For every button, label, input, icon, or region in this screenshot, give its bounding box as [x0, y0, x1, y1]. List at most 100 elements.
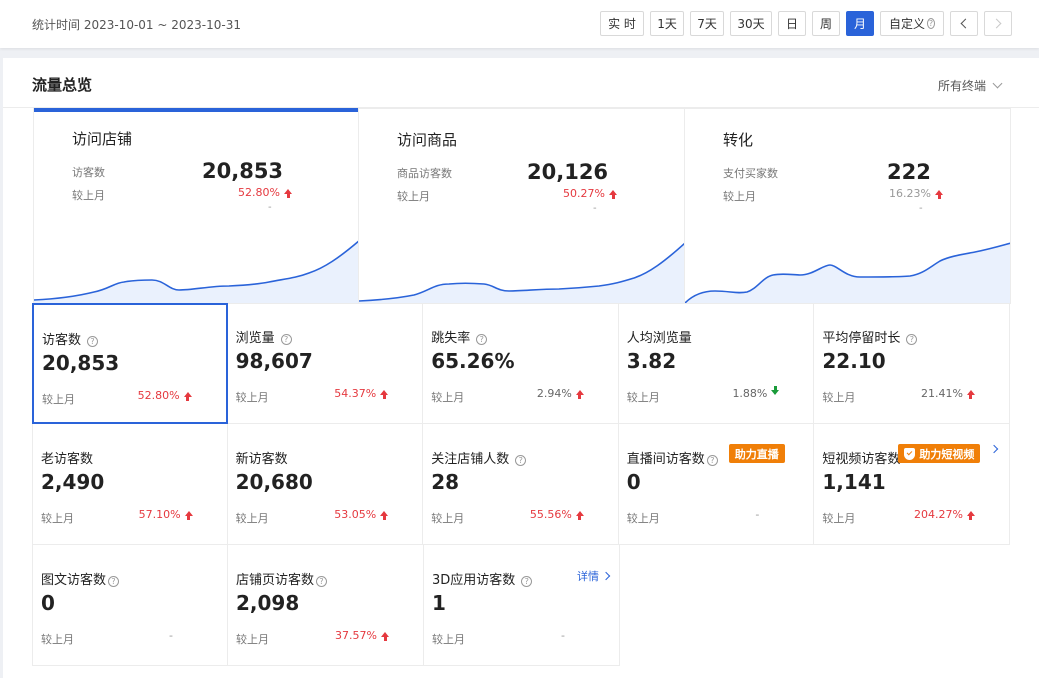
range-30day-button[interactable]: 30天: [730, 11, 772, 36]
funnel-card-change: 16.23%: [855, 187, 943, 200]
arrow-up-icon: [966, 390, 975, 399]
metric-change-value: 55.56%: [529, 508, 572, 521]
arrow-up-icon: [575, 390, 584, 399]
metric-card-avg-pageviews[interactable]: 人均浏览量 3.82 较上月 1.88%: [618, 303, 815, 424]
metric-value: 2,098: [236, 591, 300, 615]
range-7day-button[interactable]: 7天: [690, 11, 724, 36]
shield-icon: [904, 447, 916, 460]
range-1day-button[interactable]: 1天: [650, 11, 684, 36]
help-icon[interactable]: ?: [521, 576, 533, 587]
metric-compare: 较上月: [432, 633, 465, 646]
boost-short-video-tag[interactable]: 助力短视频: [898, 444, 981, 463]
metric-card-graphic-visitors[interactable]: 图文访客数? 0 较上月 -: [32, 545, 228, 666]
metric-label-text: 访客数: [42, 333, 82, 348]
metric-value: 65.26%: [431, 349, 515, 373]
range-buttons: 实 时 1天 7天 30天 日 周 月 自定义?: [600, 11, 1012, 36]
metric-label-text: 浏览量: [235, 331, 275, 346]
range-day-button[interactable]: 日: [778, 11, 806, 36]
help-icon[interactable]: ?: [108, 576, 120, 587]
help-icon[interactable]: ?: [515, 455, 527, 466]
metric-change-value: 2.94%: [536, 387, 572, 400]
metric-change-value: 54.37%: [334, 387, 377, 400]
funnel-card-change-value: 50.27%: [563, 187, 605, 200]
metric-label: 平均停留时长?: [822, 327, 918, 346]
funnel-card-compare: 较上月: [72, 189, 105, 202]
metric-card-live-visitors[interactable]: 直播间访客数? 助力直播 0 较上月 -: [618, 424, 815, 545]
metric-label: 店铺页访客数?: [236, 569, 328, 588]
funnel-card-change-value: 52.80%: [238, 186, 280, 199]
boost-live-tag[interactable]: 助力直播: [728, 444, 785, 463]
range-realtime-button[interactable]: 实 时: [600, 11, 644, 36]
funnel-card-label: 商品访客数: [397, 167, 452, 180]
metric-value: 0: [41, 591, 55, 615]
stat-range-text: 统计时间 2023-10-01 ~ 2023-10-31: [32, 18, 241, 32]
next-period-button[interactable]: [984, 11, 1012, 36]
help-icon[interactable]: ?: [280, 334, 292, 345]
metric-change: 54.37%: [334, 387, 389, 400]
metric-value: 22.10: [822, 349, 886, 373]
help-icon[interactable]: ?: [906, 334, 918, 345]
metric-label: 3D应用访客数?: [432, 569, 533, 588]
arrow-up-icon: [575, 511, 584, 520]
metric-label-text: 关注店铺人数: [431, 452, 510, 467]
metric-card-3d-app-visitors[interactable]: 3D应用访客数? 详情 1 较上月 -: [424, 545, 620, 666]
metric-change-value: 21.41%: [921, 387, 963, 400]
metric-card-pageviews[interactable]: 浏览量? 98,607 较上月 54.37%: [227, 303, 424, 424]
short-video-more-link[interactable]: [989, 444, 999, 454]
funnel-card-conversion[interactable]: 转化 支付买家数 222 较上月 16.23% -: [685, 108, 1011, 304]
funnel-card-change: 50.27%: [529, 187, 617, 200]
terminal-select-value: 所有终端: [937, 79, 986, 93]
metric-label: 图文访客数?: [41, 569, 120, 588]
funnel-cards: 访问店铺 访客数 20,853 较上月 52.80% - 访问商品 商品访客数 …: [33, 108, 1011, 304]
funnel-card-value: 20,853: [202, 159, 284, 183]
metric-compare: 较上月: [822, 512, 856, 525]
range-week-button[interactable]: 周: [812, 11, 840, 36]
detail-link[interactable]: 详情: [577, 568, 611, 584]
metric-card-shop-page-visitors[interactable]: 店铺页访客数? 2,098 较上月 37.57%: [228, 545, 424, 666]
funnel-card-shop-visit[interactable]: 访问店铺 访客数 20,853 较上月 52.80% -: [33, 108, 359, 304]
terminal-select[interactable]: 所有终端: [937, 77, 1003, 94]
metric-compare: 较上月: [822, 391, 856, 404]
chevron-down-icon: [992, 78, 1003, 89]
metric-change: 21.41%: [921, 387, 975, 400]
funnel-card-title: 访问商品: [397, 131, 458, 149]
metric-label-text: 跳失率: [431, 331, 471, 346]
panel-title: 流量总览: [32, 76, 93, 94]
range-month-button[interactable]: 月: [846, 11, 874, 36]
range-custom-button[interactable]: 自定义?: [880, 11, 944, 36]
metric-label: 新访客数: [235, 452, 288, 467]
help-icon[interactable]: ?: [316, 576, 328, 587]
metric-label-text: 直播间访客数: [626, 452, 705, 467]
metric-compare: 较上月: [236, 633, 269, 646]
metric-compare: 较上月: [42, 393, 75, 406]
metric-card-avg-duration[interactable]: 平均停留时长? 22.10 较上月 21.41%: [814, 303, 1010, 424]
help-icon[interactable]: ?: [476, 334, 488, 345]
metric-change: 52.80%: [138, 389, 192, 402]
funnel-card-product-visit[interactable]: 访问商品 商品访客数 20,126 较上月 50.27% -: [359, 108, 685, 304]
metric-change: -: [561, 629, 565, 642]
chevron-right-icon: [989, 444, 999, 454]
help-icon[interactable]: ?: [706, 455, 718, 466]
metric-card-short-video-visitors[interactable]: 短视频访客数 助力短视频 1,141 较上月 204.27%: [814, 424, 1010, 545]
metric-change: 53.05%: [334, 508, 389, 521]
metric-card-returning-visitors[interactable]: 老访客数 2,490 较上月 57.10%: [32, 424, 228, 545]
metric-card-new-visitors[interactable]: 新访客数 20,680 较上月 53.05%: [227, 424, 424, 545]
prev-period-button[interactable]: [950, 11, 978, 36]
metric-label: 老访客数: [41, 452, 94, 467]
metric-label-text: 图文访客数: [41, 573, 107, 588]
help-icon[interactable]: ?: [87, 336, 99, 347]
metric-value: 28: [431, 470, 460, 494]
arrow-up-icon: [966, 511, 975, 520]
metric-label: 关注店铺人数?: [431, 448, 527, 467]
metric-card-visitors[interactable]: 访客数? 20,853 较上月 52.80%: [32, 303, 228, 424]
metric-value: 3.82: [626, 349, 677, 373]
funnel-card-dash: -: [593, 203, 597, 214]
funnel-card-change: 52.80%: [204, 186, 292, 199]
funnel-card-label: 支付买家数: [723, 167, 778, 180]
metric-label: 短视频访客数: [822, 452, 901, 467]
metric-card-bounce-rate[interactable]: 跳失率? 65.26% 较上月 2.94%: [423, 303, 619, 424]
metric-compare: 较上月: [41, 512, 74, 525]
funnel-card-dash: -: [268, 202, 272, 213]
metric-card-followers[interactable]: 关注店铺人数? 28 较上月 55.56%: [423, 424, 619, 545]
funnel-card-compare: 较上月: [397, 190, 430, 203]
